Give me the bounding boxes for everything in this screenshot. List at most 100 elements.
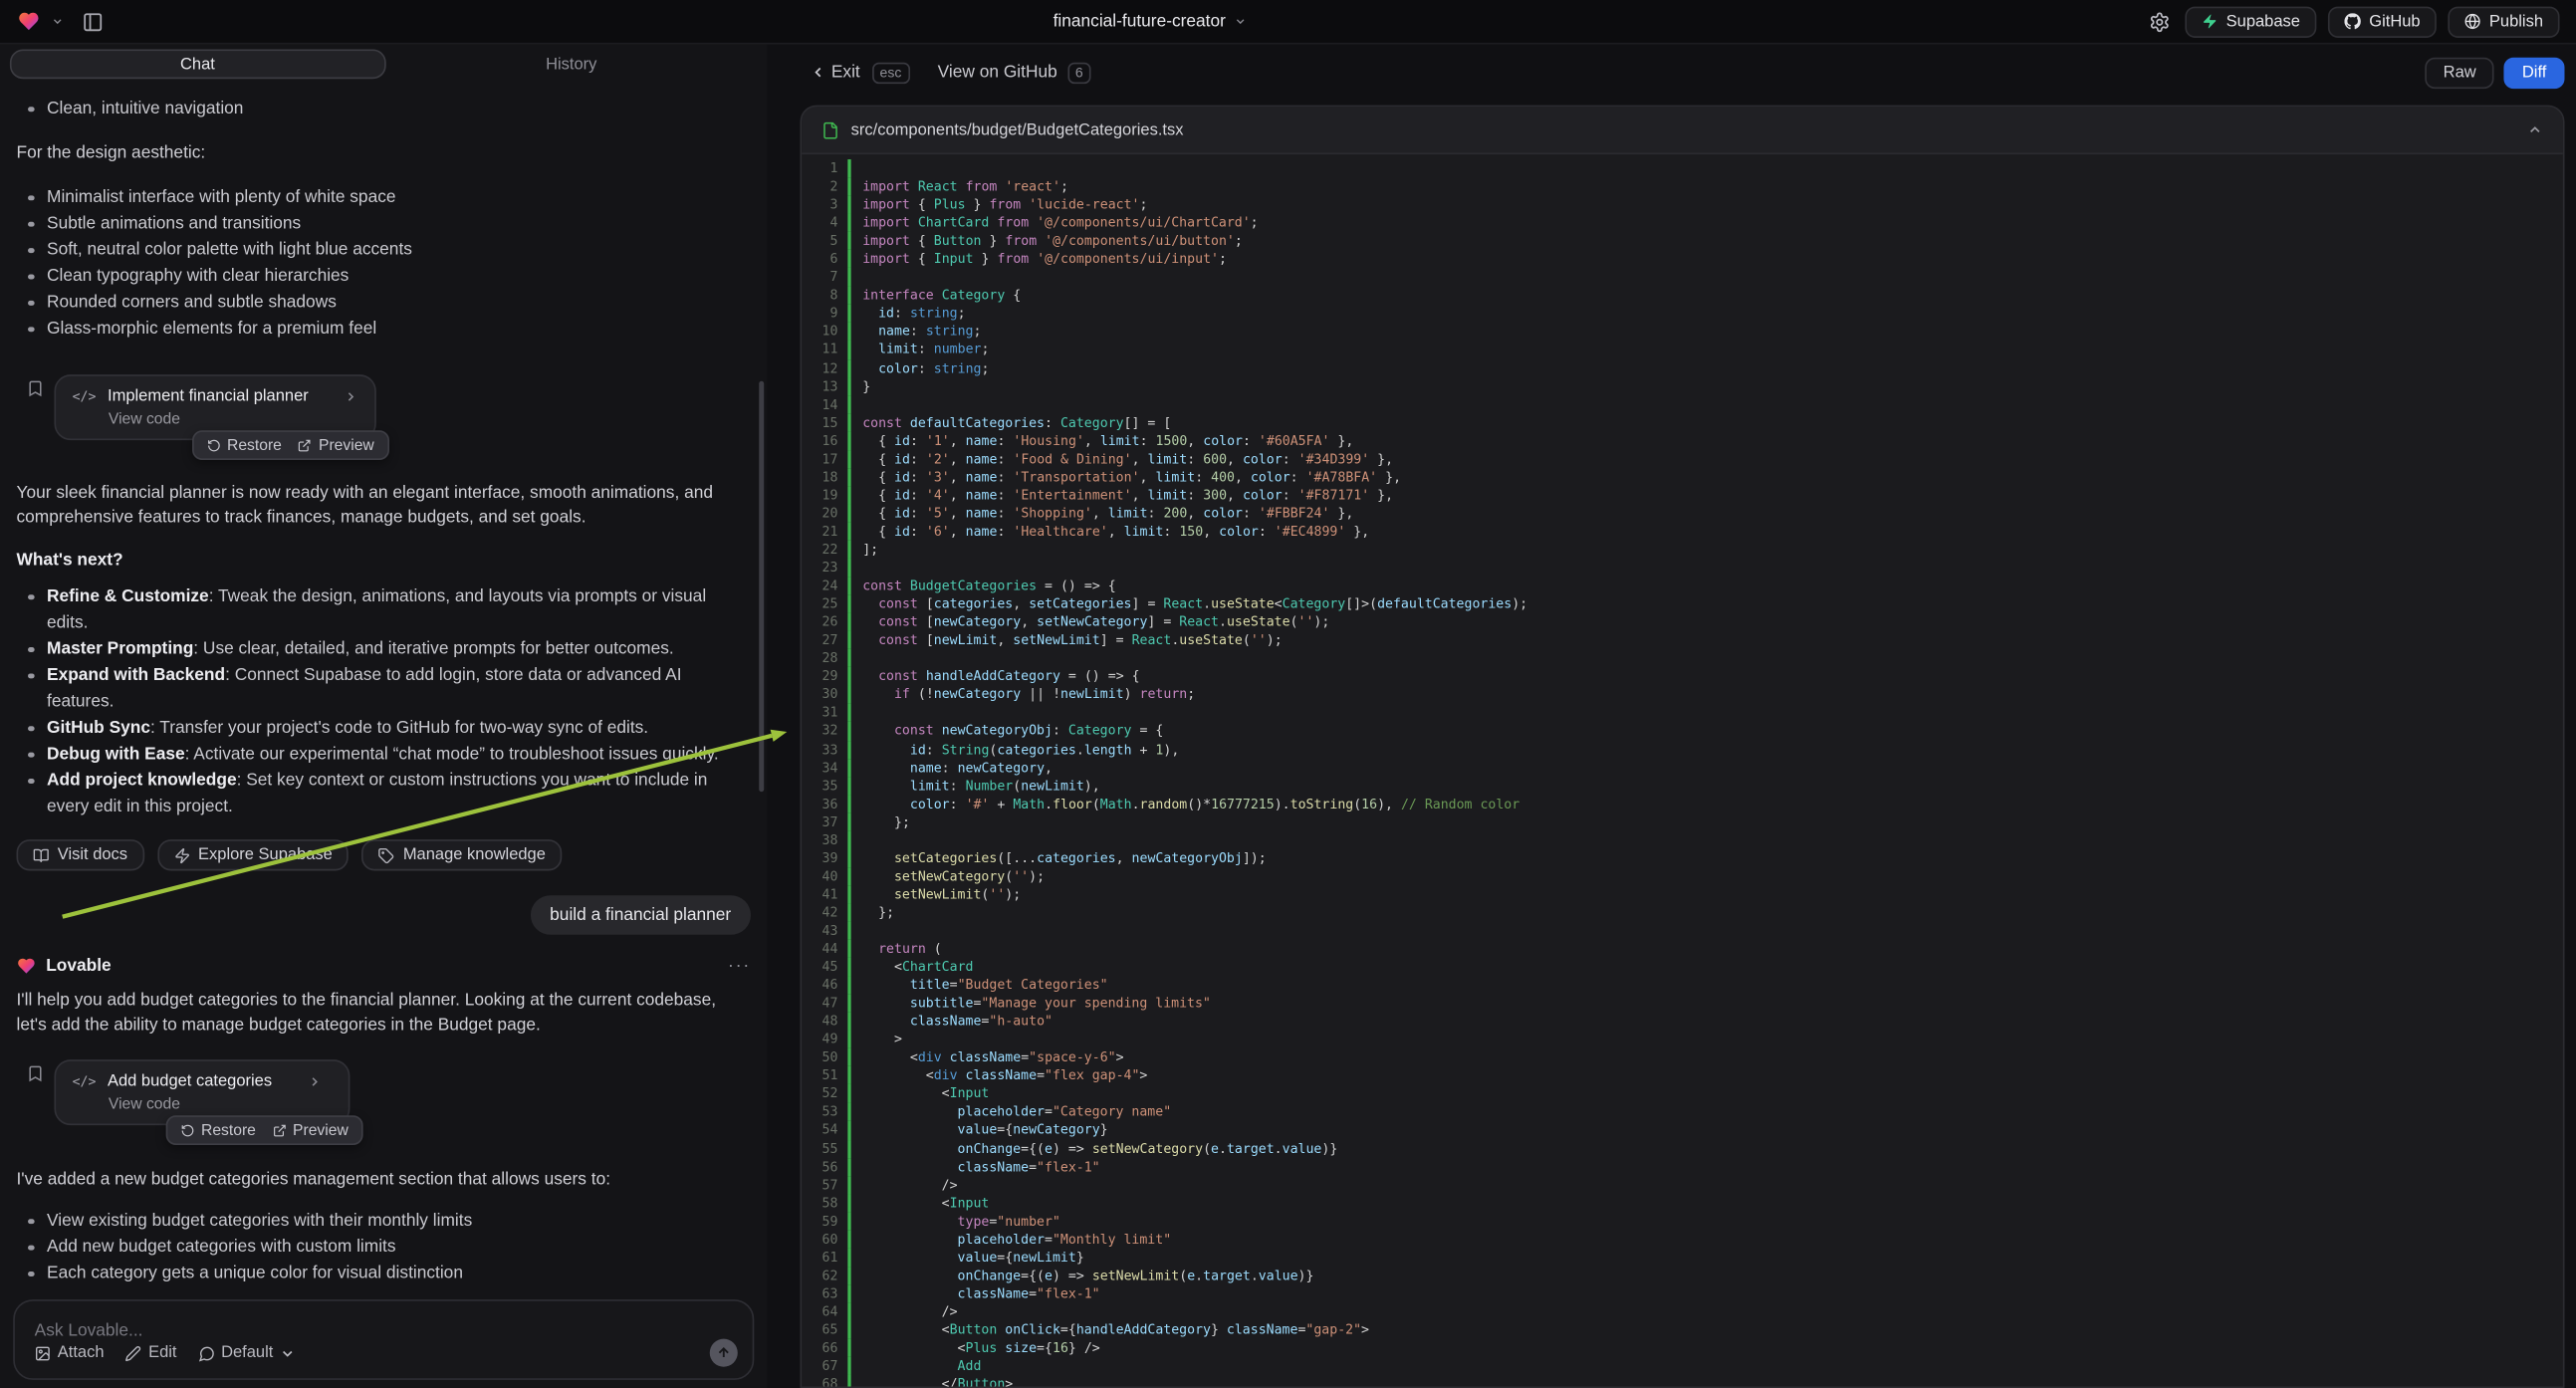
send-button[interactable] (710, 1339, 738, 1367)
code-line: 16 { id: '1', name: 'Housing', limit: 15… (802, 431, 2563, 449)
code-line: 48 className="h-auto" (802, 1013, 2563, 1031)
code-line: 60 placeholder="Monthly limit" (802, 1230, 2563, 1248)
bookmark-icon[interactable] (26, 1064, 44, 1082)
code-line: 31 (802, 704, 2563, 722)
code-line: 34 name: newCategory, (802, 759, 2563, 777)
view-on-github-link[interactable]: View on GitHub (938, 63, 1057, 83)
chevron-down-icon (280, 1344, 296, 1360)
view-code-link[interactable]: View code (73, 410, 358, 428)
list-item: Debug with Ease: Activate our experiment… (16, 741, 751, 767)
mode-selector[interactable]: Default (198, 1344, 296, 1362)
view-code-link[interactable]: View code (73, 1095, 333, 1113)
restore-button[interactable]: Restore (206, 436, 282, 454)
restore-icon (180, 1123, 194, 1137)
logo-chevron-down-icon[interactable] (51, 15, 64, 28)
chat-composer[interactable]: Attach Edit Default (13, 1299, 754, 1380)
preview-button[interactable]: Preview (298, 436, 373, 454)
tab-history[interactable]: History (385, 49, 758, 79)
next-steps-list: Refine & Customize: Tweak the design, an… (16, 583, 751, 820)
chat-scrollbar[interactable] (759, 381, 764, 792)
code-line: 6import { Input } from '@/components/ui/… (802, 250, 2563, 268)
assistant-name: Lovable (46, 956, 111, 976)
esc-key-badge: esc (871, 62, 909, 83)
list-item: Clean, intuitive navigation (16, 96, 751, 121)
attach-button[interactable]: Attach (35, 1344, 105, 1362)
list-item: Soft, neutral color palette with light b… (16, 237, 751, 263)
chat-tab-bar: Chat History (10, 49, 758, 79)
bullet-dot (28, 106, 34, 112)
chat-input[interactable] (35, 1321, 733, 1341)
explore-supabase-button[interactable]: Explore Supabase (157, 839, 350, 870)
bullet-dot (28, 725, 34, 731)
bullet-dot (28, 593, 34, 599)
code-lines[interactable]: 1 2import React from 'react';3import { P… (802, 154, 2563, 1388)
code-line: 5import { Button } from '@/components/ui… (802, 232, 2563, 250)
code-line: 21 { id: '6', name: 'Healthcare', limit:… (802, 523, 2563, 541)
code-line: 45 <ChartCard (802, 958, 2563, 976)
project-chevron-down-icon (1234, 15, 1247, 28)
diff-button[interactable]: Diff (2504, 57, 2565, 88)
version-card-row: </> Implement financial planner View cod… (16, 374, 751, 440)
restore-icon (206, 438, 220, 452)
list-item: Expand with Backend: Connect Supabase to… (16, 662, 751, 715)
restore-button[interactable]: Restore (180, 1121, 256, 1139)
code-line: 33 id: String(categories.length + 1), (802, 740, 2563, 758)
code-line: 53 placeholder="Category name" (802, 1103, 2563, 1121)
assistant-paragraph: I've added a new budget categories manag… (16, 1168, 751, 1193)
code-line: 58 <Input (802, 1194, 2563, 1212)
code-line: 10 name: string; (802, 323, 2563, 341)
file-added-icon (821, 120, 839, 138)
code-line: 1 (802, 159, 2563, 177)
bullet-dot (28, 646, 34, 652)
visit-docs-button[interactable]: Visit docs (16, 839, 143, 870)
design-bullets-list: Minimalist interface with plenty of whit… (16, 184, 751, 342)
code-line: 54 value={newCategory} (802, 1121, 2563, 1139)
exit-button[interactable]: Exit (810, 63, 859, 83)
code-line: 29 const handleAddCategory = () => { (802, 667, 2563, 685)
assistant-paragraph: I'll help you add budget categories to t… (16, 989, 751, 1038)
raw-button[interactable]: Raw (2426, 57, 2494, 88)
code-line: 51 <div className="flex gap-4"> (802, 1066, 2563, 1084)
manage-knowledge-button[interactable]: Manage knowledge (362, 839, 563, 870)
edit-button[interactable]: Edit (125, 1344, 177, 1362)
chat-mode-icon (198, 1344, 214, 1360)
collapse-chevron-up-icon[interactable] (2527, 121, 2543, 137)
code-line: 24const BudgetCategories = () => { (802, 577, 2563, 594)
code-line: 35 limit: Number(newLimit), (802, 777, 2563, 795)
publish-button[interactable]: Publish (2449, 6, 2560, 37)
bullet-dot (28, 1271, 34, 1276)
publish-label: Publish (2489, 12, 2543, 30)
lovable-logo-icon[interactable] (16, 10, 41, 33)
file-header[interactable]: src/components/budget/BudgetCategories.t… (802, 107, 2563, 154)
github-count-badge: 6 (1067, 62, 1091, 83)
toggle-sidebar-icon[interactable] (82, 11, 103, 32)
file-path: src/components/budget/BudgetCategories.t… (851, 120, 1184, 138)
supabase-bolt-icon (2202, 13, 2218, 29)
supabase-button[interactable]: Supabase (2185, 6, 2316, 37)
preview-button[interactable]: Preview (272, 1121, 348, 1139)
external-link-icon (272, 1123, 286, 1137)
list-item: Add project knowledge: Set key context o… (16, 768, 751, 820)
list-item: Master Prompting: Use clear, detailed, a… (16, 636, 751, 662)
composer-toolbar: Attach Edit Default (35, 1339, 738, 1367)
topbar: financial-future-creator Supabase GitHub (0, 0, 2576, 45)
tab-chat[interactable]: Chat (10, 49, 385, 79)
bullet-dot (28, 1218, 34, 1224)
code-line: 20 { id: '5', name: 'Shopping', limit: 2… (802, 504, 2563, 522)
settings-gear-icon[interactable] (2149, 11, 2170, 32)
chat-message-list[interactable]: Clean, intuitive navigation For the desi… (0, 86, 768, 1286)
code-line: 40 setNewCategory(''); (802, 867, 2563, 885)
code-panel: Exit esc View on GitHub 6 Raw Diff src/c… (768, 45, 2576, 1388)
bullet-dot (28, 752, 34, 758)
image-attach-icon (35, 1344, 51, 1360)
github-icon (2345, 13, 2361, 29)
app-window: financial-future-creator Supabase GitHub (0, 0, 2576, 1388)
code-line: 3import { Plus } from 'lucide-react'; (802, 195, 2563, 213)
project-switcher[interactable]: financial-future-creator (1054, 0, 1248, 43)
code-icon: </> (73, 389, 97, 404)
bookmark-icon[interactable] (26, 379, 44, 397)
code-line: 14 (802, 395, 2563, 413)
more-options-icon[interactable]: ··· (728, 956, 751, 976)
code-line: 56 className="flex-1" (802, 1157, 2563, 1175)
github-button[interactable]: GitHub (2328, 6, 2437, 37)
